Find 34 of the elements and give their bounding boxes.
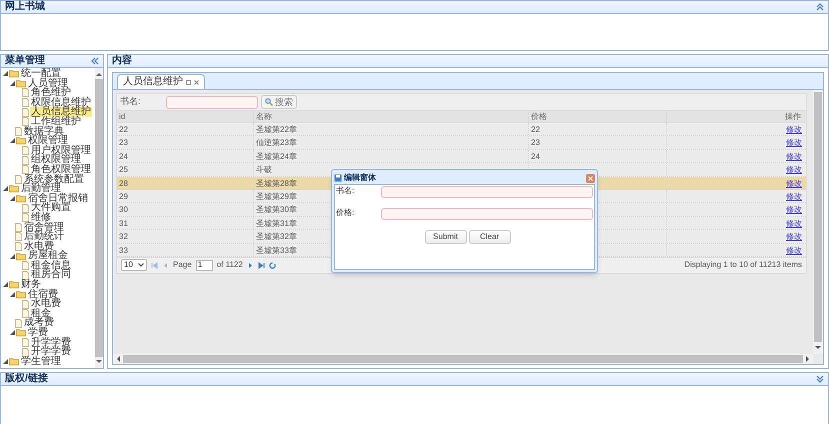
- table-cell: 23: [119, 138, 128, 148]
- table-cell: 28: [119, 178, 128, 188]
- table-cell: 圣墟第31章: [256, 218, 297, 228]
- table-cell: 圣墟第22章: [256, 125, 297, 134]
- table-cell: 圣墟第32章: [256, 232, 297, 242]
- page-count: of 1122: [216, 259, 243, 272]
- field-label: 书名:: [336, 186, 356, 196]
- table-cell: 24: [531, 152, 540, 161]
- table-cell: 32: [119, 232, 128, 242]
- table-cell: 仙逆第23章: [256, 138, 297, 148]
- table-cell: 33: [119, 246, 128, 255]
- table-cell: 圣墟第33章: [256, 246, 297, 255]
- table-cell: 斗破: [256, 165, 272, 174]
- table-cell: 23: [531, 138, 540, 148]
- panel-title: 菜单管理: [5, 55, 45, 67]
- field-label: 价格:: [336, 208, 356, 218]
- page-label: Page: [173, 259, 192, 272]
- table-cell: 30: [119, 205, 128, 214]
- panel-title: 网上书城: [5, 1, 45, 13]
- table-cell: 圣墟第29章: [256, 192, 297, 201]
- table-cell: 圣墟第24章: [256, 152, 297, 161]
- table-cell: 31: [119, 218, 128, 228]
- panel-title: 内容: [112, 55, 132, 67]
- table-cell: 圣墟第28章: [256, 178, 297, 188]
- table-cell: 圣墟第30章: [256, 205, 297, 214]
- panel-title: 版权/链接: [5, 373, 48, 385]
- table-cell: 22: [531, 125, 540, 134]
- table-cell: 24: [119, 152, 128, 161]
- table-cell: 22: [119, 125, 128, 134]
- pager-summary: Displaying 1 to 10 of 11213 items: [684, 259, 802, 272]
- table-cell: 29: [119, 192, 128, 201]
- dialog-title: 编辑窗体: [344, 172, 376, 184]
- table-cell: 25: [119, 165, 128, 174]
- field-label: 书名:: [120, 95, 142, 108]
